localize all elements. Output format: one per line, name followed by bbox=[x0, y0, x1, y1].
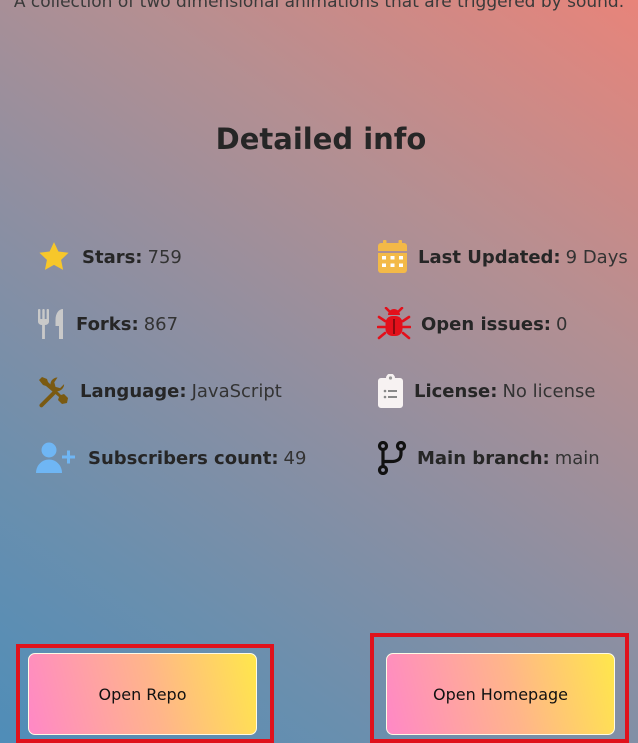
stat-open-issues: Open issues: 0 bbox=[377, 307, 567, 341]
stat-value: 867 bbox=[143, 313, 179, 335]
stat-label: Language: bbox=[80, 380, 187, 402]
stat-language: Language: JavaScript bbox=[36, 374, 282, 408]
stat-label: Stars: bbox=[82, 246, 143, 268]
stat-label: Open issues: bbox=[421, 313, 552, 335]
section-title: Detailed info bbox=[215, 122, 427, 156]
star-icon bbox=[36, 240, 72, 274]
stat-value: 0 bbox=[556, 313, 568, 335]
stat-value: 49 bbox=[283, 447, 307, 469]
repo-description: A collection of two dimensional animatio… bbox=[13, 0, 625, 12]
stat-license: License: No license bbox=[377, 374, 596, 408]
stat-value: No license bbox=[502, 380, 596, 402]
stat-label: Last Updated: bbox=[418, 246, 561, 268]
stat-value: 9 Days bbox=[565, 246, 628, 268]
stat-value: main bbox=[554, 447, 600, 469]
stat-forks: Forks: 867 bbox=[36, 307, 178, 341]
stat-label: Main branch: bbox=[417, 447, 550, 469]
bug-icon bbox=[377, 307, 411, 341]
stat-last-updated: Last Updated: 9 Days bbox=[377, 240, 628, 274]
stat-value: JavaScript bbox=[191, 380, 282, 402]
clipboard-icon bbox=[377, 374, 404, 408]
stat-label: Forks: bbox=[76, 313, 139, 335]
open-repo-button[interactable]: Open Repo bbox=[28, 653, 257, 735]
stat-value: 759 bbox=[147, 246, 182, 268]
user-plus-icon bbox=[36, 441, 78, 475]
tools-icon bbox=[36, 374, 70, 408]
branch-icon bbox=[377, 441, 407, 475]
stat-main-branch: Main branch: main bbox=[377, 441, 600, 475]
stat-label: License: bbox=[414, 380, 498, 402]
open-homepage-button[interactable]: Open Homepage bbox=[386, 653, 615, 735]
calendar-icon bbox=[377, 240, 408, 274]
stat-stars: Stars: 759 bbox=[36, 240, 182, 274]
stat-subscribers: Subscribers count: 49 bbox=[36, 441, 306, 475]
stat-label: Subscribers count: bbox=[88, 447, 279, 469]
fork-icon bbox=[36, 307, 66, 341]
